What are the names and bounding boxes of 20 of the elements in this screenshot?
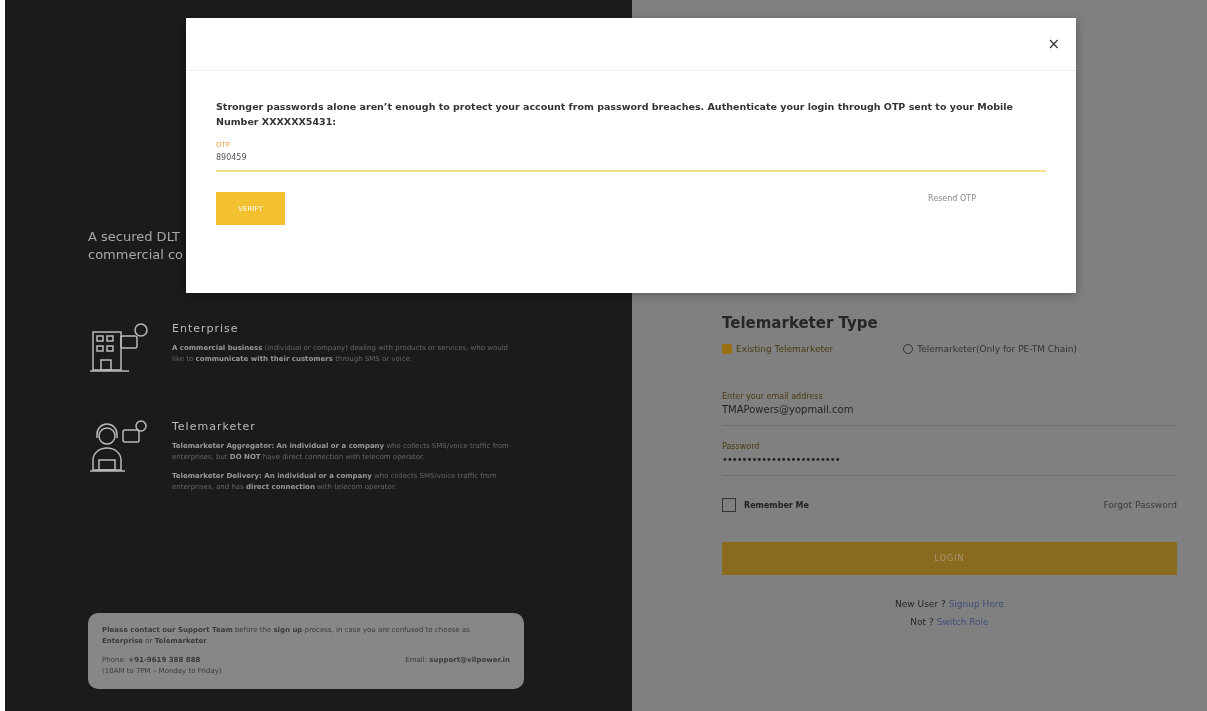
radio-icon[interactable] [722,344,732,354]
switch-prompt: Not ? [910,617,934,627]
password-field[interactable]: Password •••••••••••••••••••••••• [722,442,1177,476]
remember-me-checkbox[interactable]: Remember Me [722,498,809,512]
close-button[interactable]: × [1043,35,1064,53]
tagline: commercial co [88,246,185,264]
otp-message: Stronger passwords alone aren’t enough to protect your account from password breaches. Authenticate your login through OTP sent to your Mobile Number XXXXXX5431: [216,100,1014,129]
signup-prompt: New User ? [895,599,946,609]
login-button[interactable]: LOGIN [722,542,1177,575]
resend-otp-link[interactable]: Resend OTP [928,194,976,203]
section-title: Enterprise [172,322,240,335]
radio-option[interactable]: Telemarketer(Only for PE-TM Chain) [903,344,1078,354]
switch-role-link[interactable]: Switch Role [936,617,989,627]
telemarketer-type-label: Telemarketer Type [722,314,879,332]
checkbox-icon[interactable] [722,498,736,512]
tagline: A secured DLT [88,228,182,246]
email-field[interactable]: Enter your email address TMAPowers@yopmail.com [722,392,1177,426]
forgot-password-link[interactable]: Forgot Password [1103,500,1177,510]
section-title: Telemarketer [172,420,257,433]
radio-option[interactable]: Existing Telemarketer [722,344,834,354]
